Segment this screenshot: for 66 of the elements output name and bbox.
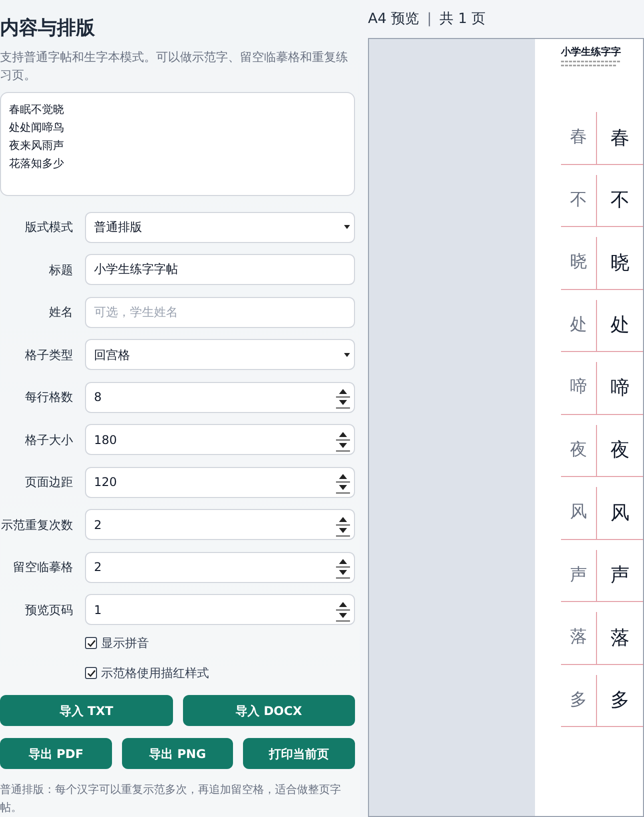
action-button[interactable]: 导出 PNG xyxy=(122,738,234,769)
model-character: 声 xyxy=(610,563,630,588)
number-field[interactable]: 1 xyxy=(85,594,355,626)
check-icon xyxy=(86,638,96,648)
action-button[interactable]: 导入 DOCX xyxy=(182,695,355,726)
text-field[interactable]: 可选，学生姓名 xyxy=(85,296,355,328)
field-label: 每行格数 xyxy=(24,389,73,406)
number-field[interactable]: 8 xyxy=(85,382,355,413)
page-title: 小学生练字字 xyxy=(561,45,622,60)
caret-icon xyxy=(344,225,350,230)
mode-note: 普通排版：每个汉字可以重复示范多次，再追加留空格，适合做整页字帖。 xyxy=(0,782,342,816)
trace-character: 多 xyxy=(570,688,587,712)
model-character: 啼 xyxy=(610,376,630,400)
trace-character: 落 xyxy=(570,626,587,649)
caret-icon xyxy=(344,352,350,357)
field-label: 页面边距 xyxy=(24,474,73,492)
action-button[interactable]: 打印当前页 xyxy=(243,738,356,769)
field-label: 姓名 xyxy=(48,304,73,322)
trace-character: 不 xyxy=(570,188,587,212)
info-lines-drawing xyxy=(561,60,621,68)
number-field[interactable]: 180 xyxy=(85,424,355,456)
dropdown-field[interactable]: 回宫格 xyxy=(85,339,355,370)
model-character: 落 xyxy=(610,626,630,650)
model-character: 处 xyxy=(610,313,630,338)
model-character: 晓 xyxy=(610,250,630,276)
field-label: 版式模式 xyxy=(24,219,73,236)
field-label: 示范重复次数 xyxy=(0,516,73,534)
content-textarea[interactable]: 春眠不觉晓 处处闻啼鸟 夜来风雨声 花落知多少 xyxy=(0,92,355,196)
action-button[interactable]: 导出 PDF xyxy=(0,738,112,769)
trace-character: 晓 xyxy=(570,251,587,274)
page-count: 共 1 页 xyxy=(440,10,486,28)
text-line: 花落知多少 xyxy=(9,156,64,172)
panel-title: 内容与排版 xyxy=(0,16,96,41)
model-character: 多 xyxy=(610,688,630,713)
model-character: 风 xyxy=(610,500,630,526)
field-label: 格子类型 xyxy=(24,346,73,364)
model-character: 不 xyxy=(610,188,630,213)
trace-character: 处 xyxy=(570,314,587,336)
trace-character: 夜 xyxy=(570,438,587,462)
trace-character: 啼 xyxy=(570,376,587,399)
trace-character: 春 xyxy=(570,126,587,149)
field-label: 留空临摹格 xyxy=(12,559,73,576)
text-field[interactable]: 小学生练字字帖 xyxy=(85,254,355,286)
model-character: 夜 xyxy=(610,438,630,463)
checkbox-label: 示范格使用描红样式 xyxy=(101,665,209,682)
separator: | xyxy=(426,10,432,28)
field-label: 预览页码 xyxy=(24,602,73,619)
number-field[interactable]: 2 xyxy=(85,509,355,540)
trace-character: 风 xyxy=(570,501,587,524)
checkbox[interactable] xyxy=(85,637,97,649)
number-field[interactable]: 2 xyxy=(85,552,355,583)
dropdown-field[interactable]: 普通排版 xyxy=(85,212,355,243)
check-icon xyxy=(86,668,96,678)
field-label: 格子大小 xyxy=(24,432,73,449)
model-character: 春 xyxy=(610,126,630,150)
field-label: 标题 xyxy=(48,262,73,279)
text-line: 处处闻啼鸟 xyxy=(9,120,64,136)
action-button[interactable]: 导入 TXT xyxy=(0,695,172,726)
checkbox-label: 显示拼音 xyxy=(101,635,149,652)
text-line: 春眠不觉晓 xyxy=(9,102,64,118)
text-line: 夜来风雨声 xyxy=(9,138,64,154)
preview-size: A4 预览 xyxy=(368,10,419,28)
number-field[interactable]: 120 xyxy=(85,466,355,498)
checkbox[interactable] xyxy=(85,667,97,679)
panel-description: 支持普通字帖和生字本模式。可以做示范字、留空临摹格和重复练习页。 xyxy=(0,49,349,84)
trace-character: 声 xyxy=(570,564,587,586)
